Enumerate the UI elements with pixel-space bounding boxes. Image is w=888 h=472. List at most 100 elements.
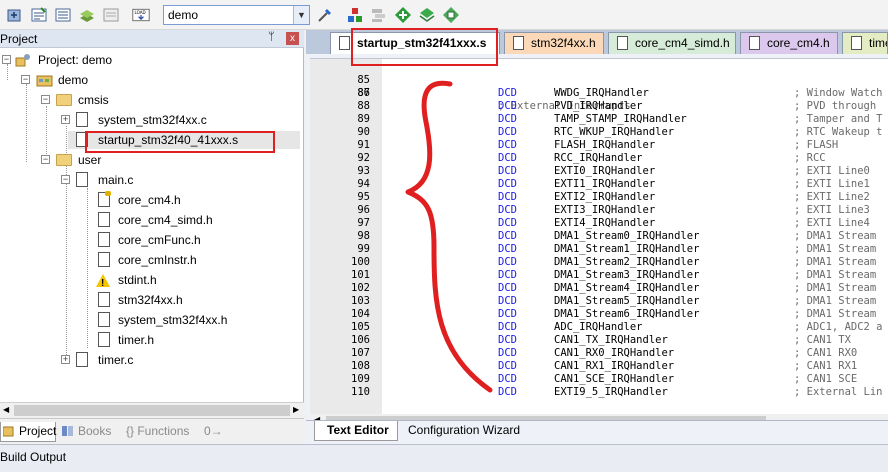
code-directive: DCD (498, 152, 517, 164)
code-line: 92 DCD RCC_IRQHandler ; RCC (310, 152, 888, 165)
tab-core-cm4-h[interactable]: core_cm4.h (740, 32, 838, 54)
scroll-left-icon[interactable]: ◀ (3, 405, 9, 414)
tab-project[interactable]: Project (0, 422, 56, 442)
file-extensions-icon[interactable] (370, 6, 388, 24)
tree-item-stm32f4xx-h[interactable]: stm32f4xx.h (0, 291, 300, 309)
scrollbar-thumb[interactable] (14, 405, 290, 416)
tree-item-cmsis[interactable]: − cmsis (0, 91, 300, 109)
pin-icon[interactable]: ᛘ (268, 31, 275, 43)
build-output-bar[interactable]: Build Output (0, 444, 888, 472)
line-number: 96 (357, 204, 370, 216)
tree-item-demo[interactable]: − demo (0, 71, 300, 89)
collapse-icon[interactable]: − (61, 175, 70, 184)
tree-item-timer-h[interactable]: timer.h (0, 331, 300, 349)
code-handler-name: FLASH_IRQHandler (554, 139, 656, 151)
tree-item-core-cminstr-h[interactable]: core_cmInstr.h (0, 251, 300, 269)
tree-item-user[interactable]: − user (0, 151, 300, 169)
tab-text-editor[interactable]: Text Editor (314, 421, 398, 441)
code-comment: ; DMA1 Stream (794, 308, 877, 320)
stop-build-icon[interactable] (102, 6, 120, 24)
tree-item-label: core_cmFunc.h (118, 233, 201, 247)
scroll-right-icon[interactable]: ▶ (293, 405, 299, 414)
code-line: 87 DCD WWDG_IRQHandler ; Window Watch (310, 87, 888, 100)
code-comment: ; External Lin (794, 386, 883, 398)
tab-books[interactable]: Books (60, 422, 116, 442)
line-number: 109 (351, 373, 370, 385)
code-line: 90 DCD RTC_WKUP_IRQHandler ; RTC Wakeup t (310, 126, 888, 139)
tree-item-core-cm4-simd-h[interactable]: core_cm4_simd.h (0, 211, 300, 229)
batch-build-icon[interactable] (78, 6, 96, 24)
tab-timer[interactable]: timer (842, 32, 888, 54)
expand-icon[interactable]: + (61, 115, 70, 124)
manage-components-icon[interactable] (346, 6, 364, 24)
tree-item-core-cm4-h[interactable]: core_cm4.h (0, 191, 300, 209)
manage-runtime-icon[interactable] (442, 6, 460, 24)
code-handler-name: TAMP_STAMP_IRQHandler (554, 113, 687, 125)
collapse-icon[interactable]: − (41, 95, 50, 104)
close-icon[interactable]: x (286, 32, 299, 45)
code-comment: ; CAN1 TX (794, 334, 851, 346)
code-comment: ; EXTI Line1 (794, 178, 870, 190)
tab-templates[interactable]: 0→ Templates (200, 422, 278, 456)
tree-item-label: cmsis (78, 93, 109, 107)
collapse-icon[interactable]: − (21, 75, 30, 84)
tab-label: Project (19, 424, 57, 438)
svg-text:LOAD: LOAD (134, 10, 145, 15)
collapse-icon[interactable]: − (41, 155, 50, 164)
tree-item-system-stm32f4xx-c[interactable]: + system_stm32f4xx.c (0, 111, 300, 129)
tree-item-timer-c[interactable]: + timer.c (0, 351, 300, 369)
code-handler-name: CAN1_TX_IRQHandler (554, 334, 668, 346)
folder-icon (56, 94, 72, 106)
tab-functions[interactable]: {} Functions (120, 422, 194, 442)
collapse-icon[interactable]: − (2, 55, 11, 64)
line-number: 94 (357, 178, 370, 190)
tree-item-label: core_cmInstr.h (118, 253, 197, 267)
tree-item-label: stdint.h (118, 273, 157, 287)
tab-stm32f4xx-h[interactable]: stm32f4xx.h (504, 32, 604, 54)
code-line: 96 DCD EXTI3_IRQHandler ; EXTI Line3 (310, 204, 888, 217)
tree-item-system-stm32f4xx-h[interactable]: system_stm32f4xx.h (0, 311, 300, 329)
tree-item-label: timer.c (98, 353, 134, 367)
line-number: 103 (351, 295, 370, 307)
code-directive: DCD (498, 165, 517, 177)
code-line: 105 DCD ADC_IRQHandler ; ADC1, ADC2 a (310, 321, 888, 334)
code-directive: DCD (498, 308, 517, 320)
code-directive: DCD (498, 243, 517, 255)
code-handler-name: EXTI9_5_IRQHandler (554, 386, 668, 398)
code-comment: ; PVD through (794, 100, 877, 112)
code-comment: ; DMA1 Stream (794, 269, 877, 281)
code-line: 109 DCD CAN1_SCE_IRQHandler ; CAN1 SCE (310, 373, 888, 386)
code-line: 101 DCD DMA1_Stream3_IRQHandler ; DMA1 Stre… (310, 269, 888, 282)
code-line: 102 DCD DMA1_Stream4_IRQHandler ; DMA1 Stre… (310, 282, 888, 295)
tab-label: Text Editor (327, 423, 389, 437)
tree-item-core-cmfunc-h[interactable]: core_cmFunc.h (0, 231, 300, 249)
target-options-icon[interactable] (316, 6, 334, 24)
tab-label: Books (78, 424, 112, 438)
tab-configuration-wizard[interactable]: Configuration Wizard (396, 421, 528, 441)
tree-item-project-root[interactable]: − Project: demo (0, 51, 300, 69)
annotation-brace (405, 80, 493, 393)
line-number: 89 (357, 113, 370, 125)
rebuild-icon[interactable] (54, 6, 72, 24)
tab-core-cm4-simd-h[interactable]: core_cm4_simd.h (608, 32, 736, 54)
select-packs-icon[interactable] (418, 6, 436, 24)
pack-installer-icon[interactable] (394, 6, 412, 24)
c-file-icon (76, 172, 88, 187)
chevron-down-icon[interactable]: ▼ (293, 6, 309, 24)
code-handler-name: CAN1_RX1_IRQHandler (554, 360, 675, 372)
code-line: 106 DCD CAN1_TX_IRQHandler ; CAN1 TX (310, 334, 888, 347)
expand-icon[interactable]: + (61, 355, 70, 364)
target-select[interactable]: demo ▼ (163, 5, 310, 25)
code-handler-name: DMA1_Stream0_IRQHandler (554, 230, 700, 242)
tab-label: Configuration Wizard (408, 423, 521, 437)
build-icon[interactable] (30, 6, 48, 24)
project-horizontal-scrollbar[interactable]: ◀ ▶ (0, 402, 304, 418)
code-directive: DCD (498, 334, 517, 346)
tree-item-stdint-h[interactable]: stdint.h (0, 271, 300, 293)
code-comment: ; EXTI Line0 (794, 165, 870, 177)
project-icon (3, 426, 14, 437)
translate-icon[interactable] (6, 6, 24, 24)
code-editor[interactable]: 85 86 ; External Interrupts 87 DCD WWDG_IR… (310, 58, 888, 414)
download-icon[interactable]: LOAD (132, 6, 150, 24)
tree-item-main-c[interactable]: − main.c (0, 171, 300, 189)
